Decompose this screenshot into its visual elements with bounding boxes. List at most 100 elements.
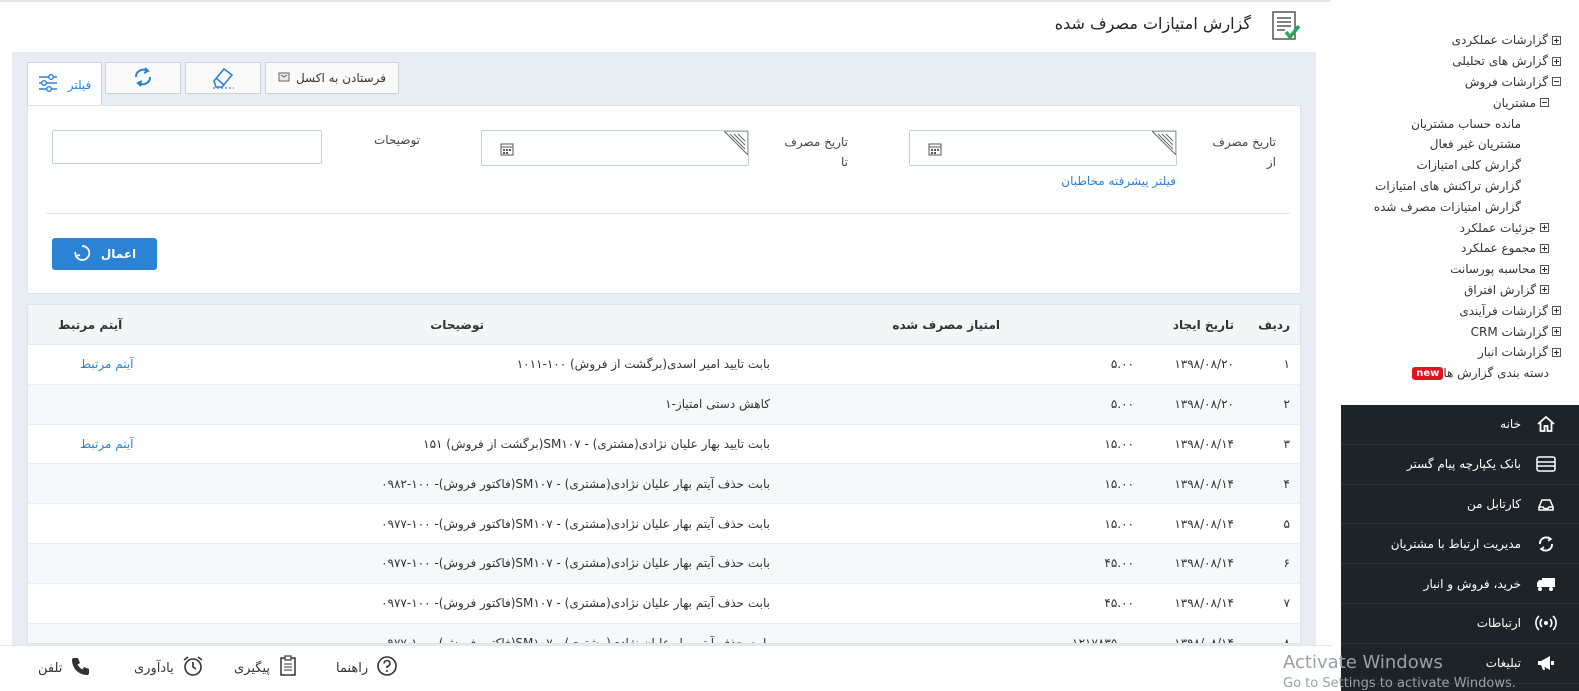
tree-item-label: گزارشات انبار	[1477, 345, 1548, 360]
expand-icon[interactable]	[1552, 327, 1561, 337]
tree-item[interactable]: مانده حساب مشتریان	[1341, 113, 1579, 134]
header-row-number: ردیف	[1258, 317, 1290, 332]
tree-item-label: مشتریان غیر فعال	[1429, 137, 1521, 152]
row-created-date: ۱۳۹۸/۰۸/۲۰	[1174, 357, 1234, 372]
tree-item-label: محاسبه پورسانت	[1450, 262, 1536, 277]
consume-to-date-input[interactable]	[481, 130, 749, 166]
row-related-item-link	[80, 464, 200, 503]
clear-button[interactable]	[185, 62, 261, 94]
help-button[interactable]: راهنما	[336, 646, 398, 690]
question-circle-icon	[376, 655, 398, 681]
phone-button[interactable]: تلفن	[38, 646, 92, 690]
tree-item[interactable]: گزارشات انبار	[1341, 342, 1579, 363]
tree-item[interactable]: گزارش افتراق	[1341, 280, 1579, 301]
nav-item[interactable]: خانه	[1341, 405, 1579, 445]
row-description: بابت حذف آیتم بهار علیان نژادی(مشتری) - …	[381, 476, 770, 491]
table-row: ۴ ۱۳۹۸/۰۸/۱۴ ۱۵.۰۰ بابت حذف آیتم بهار علیان…	[28, 464, 1300, 505]
header-created-date: تاریخ ایجاد	[1172, 317, 1234, 332]
row-created-date: ۱۳۹۸/۰۸/۱۴	[1174, 436, 1234, 451]
row-related-item-link[interactable]: آیتم مرتبط	[80, 345, 200, 384]
expand-icon[interactable]	[1540, 264, 1549, 274]
calendar-icon	[928, 142, 942, 156]
nav-item[interactable]: بانک یکپارچه پیام گستر	[1341, 445, 1579, 485]
tree-item-label: گزارش تراکنش های امتیازات	[1375, 178, 1521, 193]
date-picker-corner-icon	[722, 130, 749, 157]
tree-item[interactable]: گزارشات فروش	[1341, 72, 1579, 93]
row-description: بابت حذف آیتم بهار علیان نژادی(مشتری) - …	[381, 635, 770, 644]
nav-item[interactable]: ارتباطات	[1341, 604, 1579, 644]
expand-icon[interactable]	[1540, 223, 1549, 233]
collapse-icon[interactable]	[1540, 98, 1549, 108]
table-row: ۶ ۱۳۹۸/۰۸/۱۴ ۴۵.۰۰ بابت حذف آیتم بهار علیان…	[28, 543, 1300, 584]
activate-windows-watermark: Activate Windows	[1283, 652, 1443, 673]
row-number: ۵	[1283, 516, 1290, 531]
table-row: ۳ ۱۳۹۸/۰۸/۱۴ ۱۵.۰۰ بابت تایید بهار علیان نژ…	[28, 425, 1300, 465]
nav-item[interactable]: کارتابل من	[1341, 485, 1579, 525]
header-related-item: آیتم مرتبط	[58, 317, 123, 332]
expand-icon[interactable]	[1552, 347, 1561, 357]
row-related-item-link	[80, 584, 200, 623]
row-consumed-score: ۱۲۱۷۸۳۵.۰۰	[1072, 635, 1134, 644]
reminder-button[interactable]: یادآوری	[134, 646, 204, 690]
row-number: ۷	[1283, 596, 1290, 611]
nav-item[interactable]: خرید، فروش و انبار	[1341, 564, 1579, 604]
tree-item[interactable]: گزارش تراکنش های امتیازات	[1341, 176, 1579, 197]
table-body: ۱ ۱۳۹۸/۰۸/۲۰ ۵.۰۰ بابت تایید امیر اسدی(برگش…	[28, 345, 1300, 644]
tree-item[interactable]: گزارشات عملکردی	[1341, 30, 1579, 51]
expand-icon[interactable]	[1552, 306, 1561, 316]
expand-icon[interactable]	[1552, 56, 1561, 66]
megaphone-icon	[1535, 652, 1557, 674]
nav-item-label: مدیریت ارتباط با مشتریان	[1390, 536, 1521, 551]
refresh-button[interactable]	[105, 62, 181, 94]
advanced-contact-filter-link[interactable]: فیلتر پیشرفته مخاطبان	[1061, 174, 1176, 188]
broadcast-icon	[1535, 612, 1557, 634]
tree-item[interactable]: گزارش امتیازات مصرف شده	[1341, 196, 1579, 217]
expand-icon[interactable]	[1552, 35, 1561, 45]
filter-divider	[46, 213, 1290, 214]
expand-icon[interactable]	[1540, 285, 1549, 295]
tree-item-label: جزئیات عملکرد	[1459, 220, 1536, 235]
row-related-item-link[interactable]: آیتم مرتبط	[80, 425, 200, 464]
tree-item[interactable]: جزئیات عملکرد	[1341, 217, 1579, 238]
tree-item-label: گزارشات فرآیندی	[1459, 303, 1548, 318]
tree-item[interactable]: محاسبه پورسانت	[1341, 259, 1579, 280]
row-created-date: ۱۳۹۸/۰۸/۱۴	[1174, 556, 1234, 571]
home-icon	[1535, 413, 1557, 435]
followup-button[interactable]: پیگیری	[234, 646, 298, 690]
header-consumed-score: امتیاز مصرف شده	[892, 317, 1000, 332]
alarm-clock-icon	[182, 655, 204, 681]
tree-item[interactable]: گزارش های تحلیلی	[1341, 51, 1579, 72]
followup-label: پیگیری	[234, 660, 270, 676]
row-created-date: ۱۳۹۸/۰۸/۱۴	[1174, 516, 1234, 531]
tree-item[interactable]: گزارشات فرآیندی	[1341, 300, 1579, 321]
main-area: گزارش امتیازات مصرف شده فرستادن به اکسل …	[0, 0, 1331, 691]
table-header: ردیف تاریخ ایجاد امتیاز مصرف شده توضیحات…	[28, 305, 1300, 345]
main-navigation: خانه بانک یکپارچه پیام گستر کارتابل من مدیر…	[1341, 405, 1579, 691]
nav-item[interactable]: مدیریت ارتباط با مشتریان	[1341, 524, 1579, 565]
tree-item[interactable]: گزارشات CRM	[1341, 321, 1579, 342]
description-input[interactable]	[52, 130, 322, 164]
tree-item[interactable]: مشتریان غیر فعال	[1341, 134, 1579, 155]
tree-item[interactable]: مجموع عملکرد	[1341, 238, 1579, 259]
filter-tab[interactable]: فیلتر	[27, 62, 102, 106]
tree-item[interactable]: دسته بندی گزارش ها new	[1341, 363, 1579, 384]
activate-windows-subtext: Go to Settings to activate Windows.	[1283, 676, 1516, 691]
row-number: ۲	[1283, 397, 1290, 412]
tree-item[interactable]: گزارش کلی امتیازات	[1341, 155, 1579, 176]
tree-item-label: مشتریان	[1492, 95, 1536, 110]
expand-icon[interactable]	[1540, 243, 1549, 253]
description-label: توضیحات	[373, 133, 420, 147]
reminder-label: یادآوری	[134, 660, 174, 676]
apply-button[interactable]: اعمال	[52, 238, 157, 270]
export-excel-button[interactable]: فرستادن به اکسل	[265, 62, 399, 94]
tree-item-label: گزارش های تحلیلی	[1452, 54, 1548, 69]
row-consumed-score: ۱۵.۰۰	[1104, 436, 1134, 451]
row-number: ۱	[1283, 357, 1290, 372]
tree-item[interactable]: مشتریان	[1341, 92, 1579, 113]
collapse-icon[interactable]	[1552, 77, 1561, 87]
clipboard-icon	[278, 655, 298, 681]
row-number: ۸	[1283, 635, 1290, 644]
nav-item-label: ارتباطات	[1476, 616, 1521, 631]
consume-from-date-input[interactable]	[909, 130, 1177, 166]
row-consumed-score: ۱۵.۰۰	[1104, 516, 1134, 531]
